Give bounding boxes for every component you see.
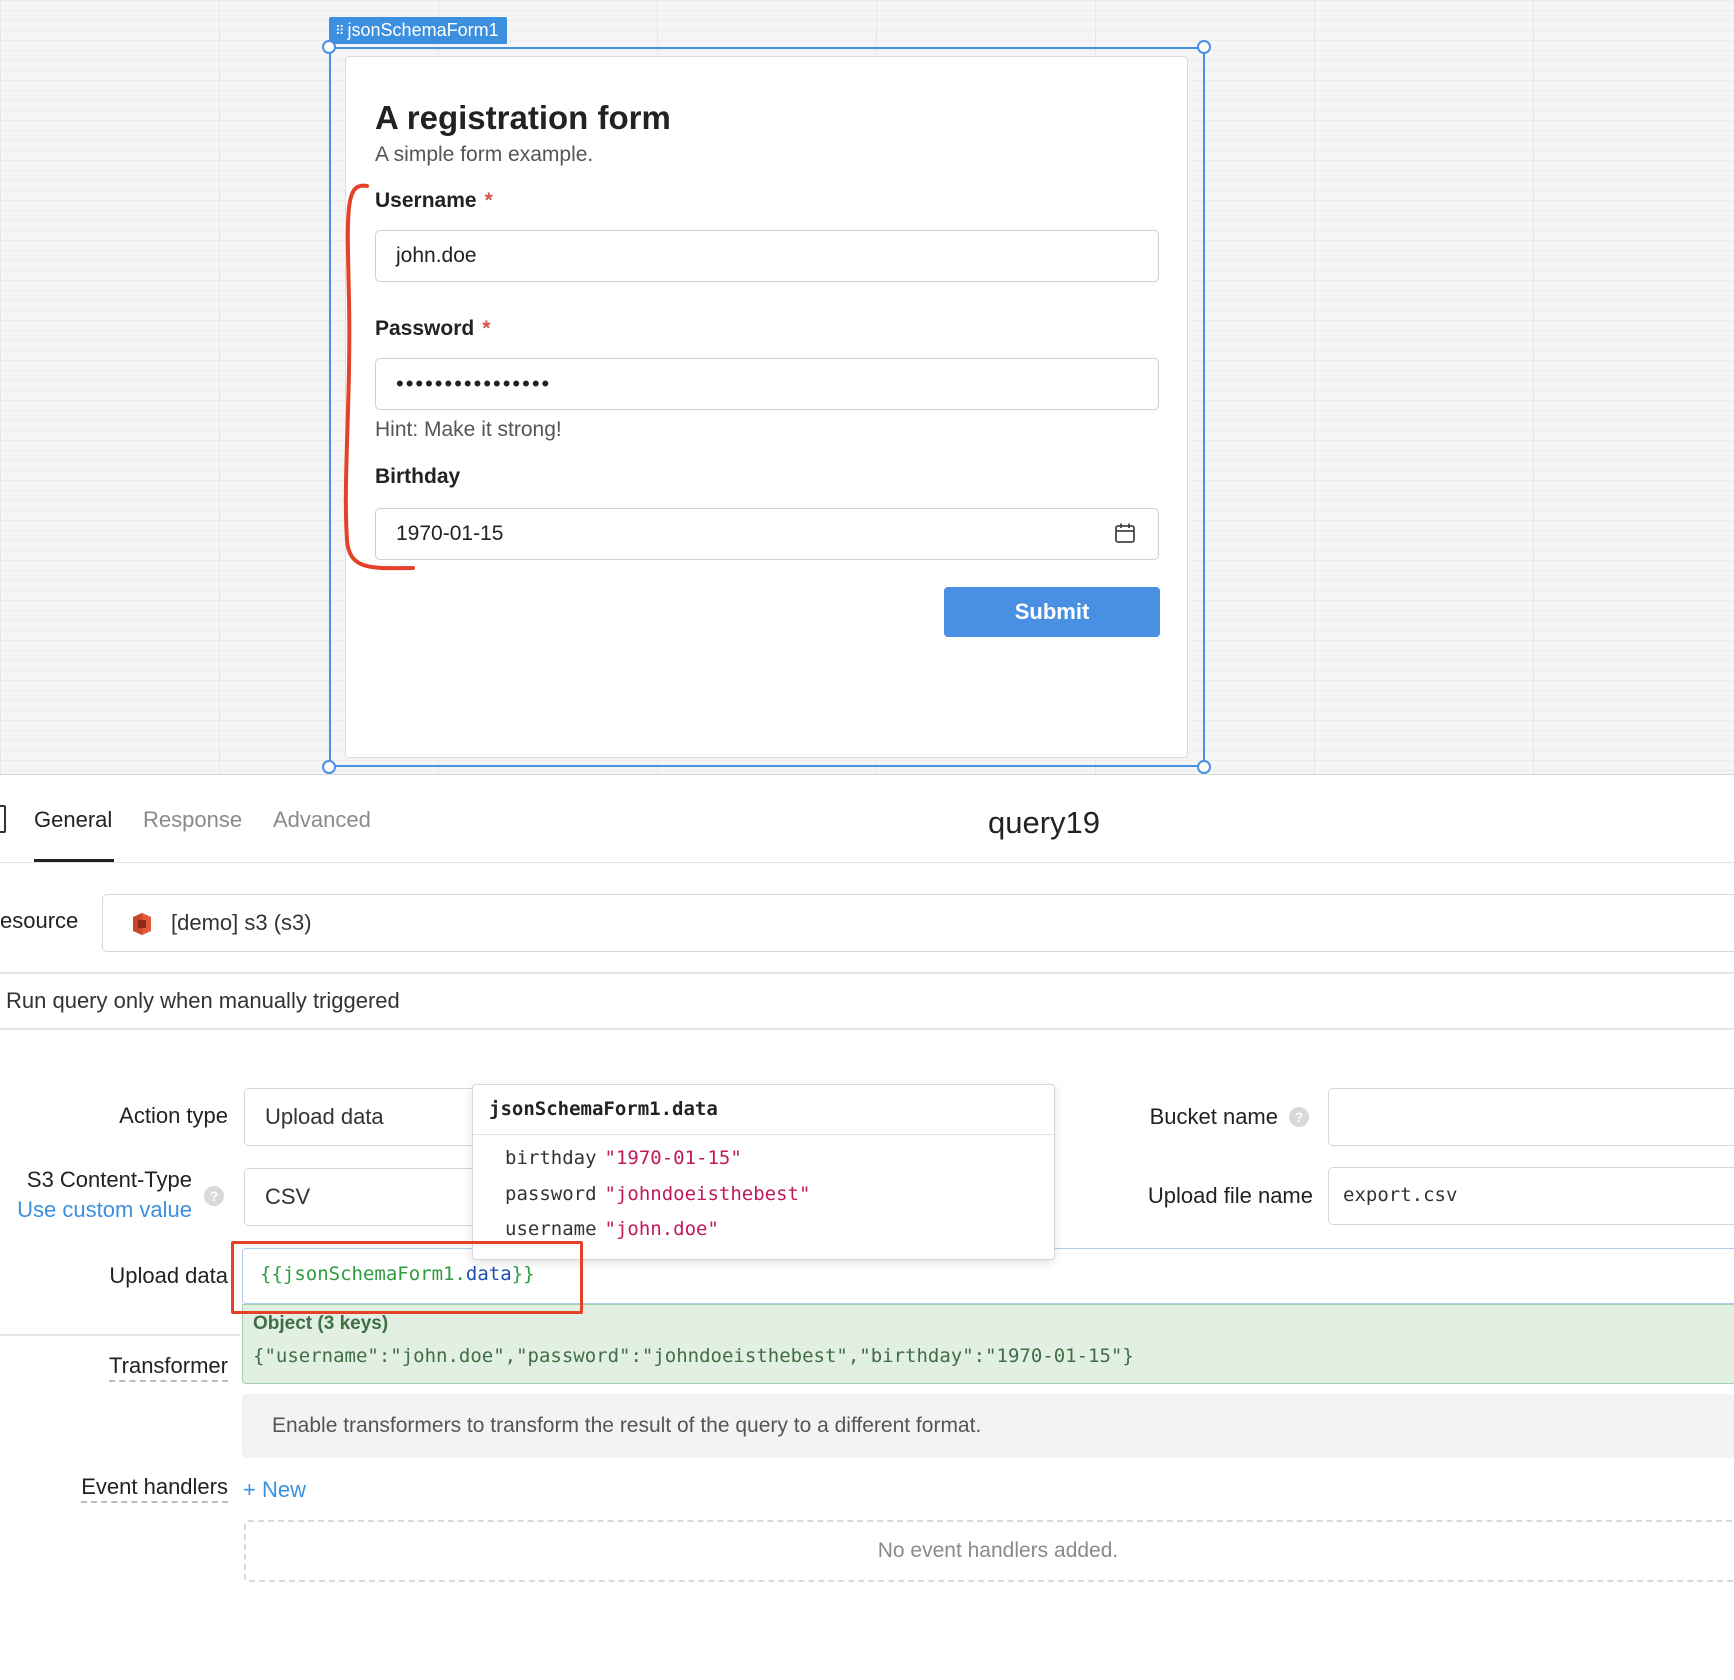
tab-response[interactable]: Response	[143, 807, 242, 833]
resource-value: [demo] s3 (s3)	[171, 910, 312, 935]
resize-handle-bottom-left[interactable]	[322, 760, 336, 774]
widget-name-tag[interactable]: ⠿ jsonSchemaForm1	[329, 17, 507, 44]
autocomplete-item[interactable]: birthday "1970-01-15"	[505, 1147, 742, 1169]
content-type-label: S3 Content-Type	[26, 1167, 192, 1192]
content-type-select[interactable]: CSV	[244, 1168, 484, 1226]
resource-select[interactable]: [demo] s3 (s3)	[102, 894, 1734, 952]
s3-bucket-icon	[133, 913, 151, 935]
divider	[0, 972, 1734, 974]
action-type-select[interactable]: Upload data	[244, 1088, 484, 1146]
form-title: A registration form	[375, 99, 671, 136]
upload-file-name-input[interactable]: export.csv	[1328, 1167, 1734, 1225]
active-tab-indicator	[34, 859, 114, 862]
action-type-label: Action type	[119, 1103, 228, 1128]
transformer-hint[interactable]: Enable transformers to transform the res…	[242, 1394, 1734, 1458]
submit-button[interactable]: Submit	[944, 587, 1160, 637]
upload-file-name-label: Upload file name	[1147, 1183, 1313, 1208]
widget-name-label: jsonSchemaForm1	[347, 20, 499, 40]
new-event-handler-button[interactable]: + New	[243, 1477, 306, 1503]
bucket-name-label: Bucket name	[1149, 1104, 1278, 1129]
use-custom-value-link[interactable]: Use custom value	[0, 1197, 192, 1223]
red-annotation-box	[231, 1241, 583, 1314]
autocomplete-item[interactable]: password "johndoeisthebest"	[505, 1183, 810, 1205]
help-icon[interactable]: ?	[1289, 1107, 1309, 1127]
autocomplete-popup: jsonSchemaForm1.data birthday "1970-01-15…	[472, 1084, 1055, 1260]
password-input[interactable]: ••••••••••••••••	[375, 358, 1159, 410]
autocomplete-item[interactable]: username "john.doe"	[505, 1218, 719, 1240]
form-description: A simple form example.	[375, 143, 594, 166]
run-mode-select[interactable]: Run query only when manually triggered	[6, 988, 400, 1014]
result-type-label: Object (3 keys)	[253, 1313, 389, 1334]
app-canvas: ⠿ jsonSchemaForm1 A registration form A …	[0, 0, 1734, 775]
upload-data-label: Upload data	[109, 1263, 228, 1288]
calendar-icon[interactable]	[1114, 522, 1136, 544]
panel-toggle-icon[interactable]	[0, 805, 6, 833]
drag-handle-icon[interactable]: ⠿	[335, 17, 344, 44]
required-marker: *	[484, 189, 493, 212]
divider	[0, 1028, 1734, 1030]
bucket-name-input[interactable]	[1328, 1088, 1734, 1146]
autocomplete-header: jsonSchemaForm1.data	[473, 1085, 1054, 1135]
resize-handle-bottom-right[interactable]	[1197, 760, 1211, 774]
resize-handle-top-right[interactable]	[1197, 40, 1211, 54]
tab-general[interactable]: General	[34, 807, 112, 833]
registration-form: A registration form A simple form exampl…	[345, 56, 1188, 758]
birthday-input[interactable]: 1970-01-15	[375, 508, 1159, 560]
red-annotation-bracket	[343, 183, 415, 571]
username-input[interactable]: john.doe	[375, 230, 1159, 282]
tab-advanced[interactable]: Advanced	[273, 807, 371, 833]
required-marker: *	[482, 317, 491, 340]
transformer-label[interactable]: Transformer	[0, 1353, 228, 1382]
event-handlers-label: Event handlers	[0, 1474, 228, 1503]
query-tabs-bar: General Response Advanced query19	[0, 777, 1734, 863]
resize-handle-top-left[interactable]	[322, 40, 336, 54]
evaluated-result-preview: Object (3 keys) {"username":"john.doe","…	[242, 1304, 1734, 1384]
event-handlers-empty-state: No event handlers added.	[244, 1520, 1734, 1582]
resource-label: esource	[0, 908, 79, 933]
query-name[interactable]: query19	[988, 805, 1100, 841]
result-json: {"username":"john.doe","password":"johnd…	[253, 1345, 1134, 1367]
help-icon[interactable]: ?	[204, 1186, 224, 1206]
divider	[0, 1334, 240, 1336]
